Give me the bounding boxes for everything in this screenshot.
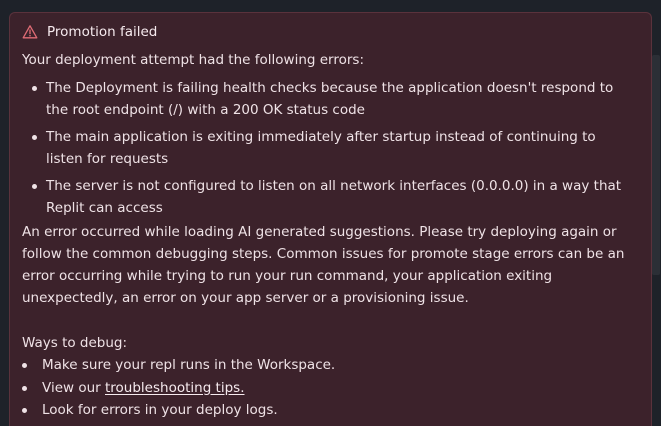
scrollbar[interactable] bbox=[651, 0, 661, 426]
debug-item-troubleshooting: View our troubleshooting tips. bbox=[22, 377, 335, 400]
troubleshooting-tips-link[interactable]: troubleshooting tips. bbox=[105, 380, 245, 396]
error-item: The main application is exiting immediat… bbox=[22, 126, 632, 170]
debug-item-logs: Look for errors in your deploy logs. bbox=[22, 399, 335, 422]
warning-triangle-icon bbox=[22, 24, 38, 40]
error-list: The Deployment is failing health checks … bbox=[22, 77, 632, 224]
error-item: The server is not configured to listen o… bbox=[22, 175, 632, 219]
scrollbar-thumb[interactable] bbox=[652, 55, 660, 275]
alert-explanation: An error occurred while loading AI gener… bbox=[22, 224, 625, 306]
alert-title: Promotion failed bbox=[47, 24, 158, 40]
debug-item-workspace: Make sure your repl runs in the Workspac… bbox=[22, 354, 335, 377]
deployment-page: Promotion failed Your deployment attempt… bbox=[0, 0, 661, 426]
alert-header: Promotion failed bbox=[22, 24, 157, 40]
debug-item-prefix: View our bbox=[42, 379, 105, 396]
debug-title: Ways to debug: bbox=[22, 335, 128, 351]
error-item: The Deployment is failing health checks … bbox=[22, 77, 632, 121]
alert-intro: Your deployment attempt had the followin… bbox=[22, 52, 365, 68]
debug-list: Make sure your repl runs in the Workspac… bbox=[22, 354, 335, 422]
promotion-failed-alert: Promotion failed Your deployment attempt… bbox=[9, 12, 652, 426]
